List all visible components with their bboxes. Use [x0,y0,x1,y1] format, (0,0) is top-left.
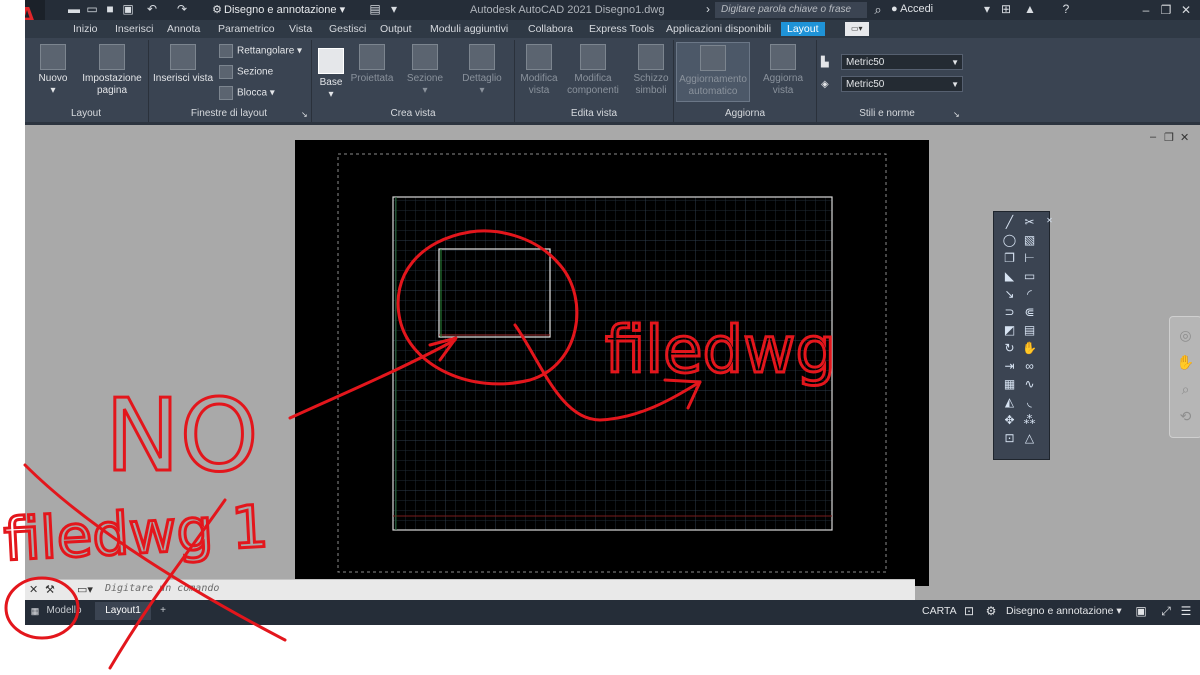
markup-small-circle [4,576,80,640]
markup-no-text: NO [105,377,259,494]
markup-overlay: NO filedwg 1 filedwg [1,229,838,670]
markup-arrow-to-viewport [288,338,457,420]
markup-circle [396,229,579,386]
markup-filename-text: filedwg [605,314,836,388]
markup-crossed-text: filedwg 1 [2,492,270,574]
markup-arrowhead-1 [428,336,458,362]
